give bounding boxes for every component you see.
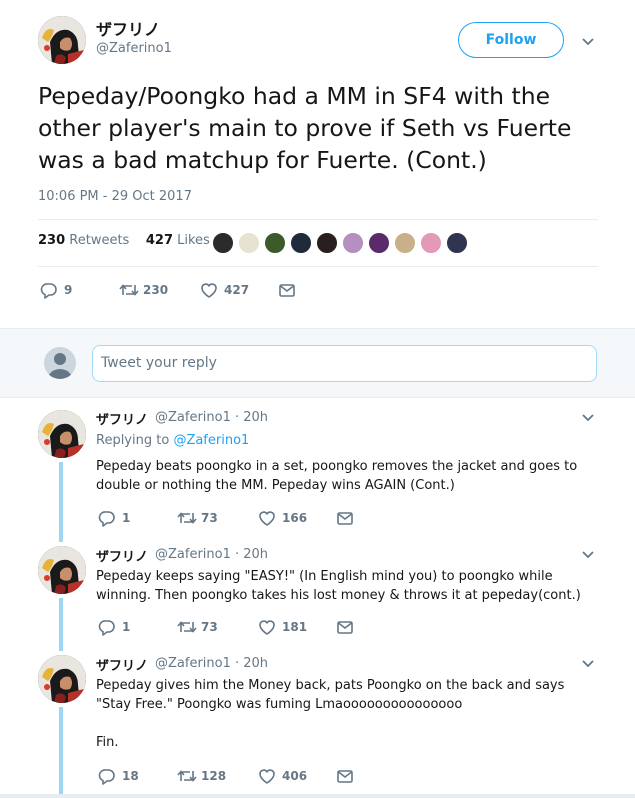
tweet-stats: 230 Retweets 427 Likes <box>38 233 210 248</box>
dm-icon <box>278 281 296 299</box>
avatar[interactable] <box>38 16 86 64</box>
replying-to: Replying to @Zaferino1 <box>96 433 249 448</box>
avatar-image <box>38 16 86 64</box>
reply-icon <box>40 281 58 299</box>
likes-stat[interactable]: 427 Likes <box>146 233 210 248</box>
like-count: 181 <box>282 620 308 634</box>
like-icon <box>200 281 218 299</box>
thread-connector <box>59 462 63 542</box>
retweets-count: 230 <box>38 233 66 248</box>
user-handle[interactable]: @Zaferino1 <box>96 41 172 56</box>
like-icon <box>258 509 276 527</box>
likes-label: Likes <box>177 233 210 248</box>
tweet-meta[interactable]: @Zaferino1 · 20h <box>155 410 268 425</box>
avatar[interactable] <box>38 546 86 594</box>
reply-composer: Tweet your reply <box>0 328 635 398</box>
liker-avatar[interactable] <box>264 232 286 254</box>
like-count: 427 <box>224 283 250 297</box>
like-icon <box>258 618 276 636</box>
display-name[interactable]: ザフリノ <box>96 409 148 428</box>
tweet-actions: 1 73 181 <box>98 618 398 636</box>
tweet-meta[interactable]: @Zaferino1 · 20h <box>155 656 268 671</box>
tweet-actions: 9 230 427 <box>40 281 340 299</box>
tweet-actions: 1 73 166 <box>98 509 398 527</box>
chevron-down-icon[interactable] <box>582 414 594 422</box>
liker-avatar[interactable] <box>394 232 416 254</box>
own-avatar <box>44 347 76 379</box>
divider <box>38 219 598 220</box>
reply-icon <box>98 509 116 527</box>
reply-icon <box>98 618 116 636</box>
retweet-count: 73 <box>201 620 218 634</box>
chevron-down-icon[interactable] <box>582 660 594 668</box>
liker-avatar[interactable] <box>290 232 312 254</box>
tweet-text: Pepeday gives him the Money back, pats P… <box>96 678 565 750</box>
reply-icon <box>98 767 116 785</box>
retweets-label: Retweets <box>69 233 130 248</box>
tweet-text: Pepeday keeps saying "EASY!" (In English… <box>96 569 581 603</box>
thread-connector <box>59 598 63 651</box>
avatar[interactable] <box>38 655 86 703</box>
chevron-down-icon[interactable] <box>582 38 594 46</box>
liker-avatar[interactable] <box>342 232 364 254</box>
liker-avatar[interactable] <box>420 232 442 254</box>
replying-prefix: Replying to <box>96 433 174 448</box>
thread-connector <box>59 707 63 798</box>
divider <box>38 266 598 267</box>
liker-avatar[interactable] <box>316 232 338 254</box>
tweet-meta[interactable]: @Zaferino1 · 20h <box>155 547 268 562</box>
dm-icon <box>336 509 354 527</box>
liker-avatar[interactable] <box>446 232 468 254</box>
liker-avatar[interactable] <box>238 232 260 254</box>
retweet-count: 73 <box>201 511 218 525</box>
divider <box>0 794 635 798</box>
reply-count: 1 <box>122 511 131 525</box>
retweets-stat[interactable]: 230 Retweets <box>38 233 129 248</box>
retweet-icon <box>177 767 197 785</box>
main-tweet: ザフリノ @Zaferino1 Follow Pepeday/Poongko h… <box>0 0 635 328</box>
reply-count: 9 <box>64 283 73 297</box>
tweet-actions: 18 128 406 <box>98 767 398 785</box>
retweet-count: 128 <box>201 769 227 783</box>
default-user-icon <box>48 353 72 379</box>
tweet-timestamp[interactable]: 10:06 PM - 29 Oct 2017 <box>38 189 192 204</box>
retweet-icon <box>119 281 139 299</box>
avatar-image <box>38 546 86 594</box>
likes-count: 427 <box>145 233 173 248</box>
like-icon <box>258 767 276 785</box>
display-name[interactable]: ザフリノ <box>96 655 148 674</box>
follow-button[interactable]: Follow <box>458 22 564 58</box>
replying-handle-link[interactable]: @Zaferino1 <box>173 433 249 448</box>
like-count: 166 <box>282 511 308 525</box>
reply-count: 1 <box>122 620 131 634</box>
avatar-image <box>38 655 86 703</box>
dm-icon <box>336 618 354 636</box>
display-name[interactable]: ザフリノ <box>96 546 148 565</box>
like-count: 406 <box>282 769 308 783</box>
liker-avatar[interactable] <box>212 232 234 254</box>
retweet-icon <box>177 509 197 527</box>
avatar-image <box>38 410 86 458</box>
reply-count: 18 <box>122 769 139 783</box>
display-name[interactable]: ザフリノ <box>96 16 160 40</box>
avatar[interactable] <box>38 410 86 458</box>
reply-input[interactable]: Tweet your reply <box>92 345 597 382</box>
tweet-text: Pepeday/Poongko had a MM in SF4 with the… <box>38 82 572 174</box>
dm-icon <box>336 767 354 785</box>
retweet-icon <box>177 618 197 636</box>
retweet-count: 230 <box>143 283 169 297</box>
liker-avatar[interactable] <box>368 232 390 254</box>
chevron-down-icon[interactable] <box>582 551 594 559</box>
tweet-text: Pepeday beats poongko in a set, poongko … <box>96 459 578 493</box>
